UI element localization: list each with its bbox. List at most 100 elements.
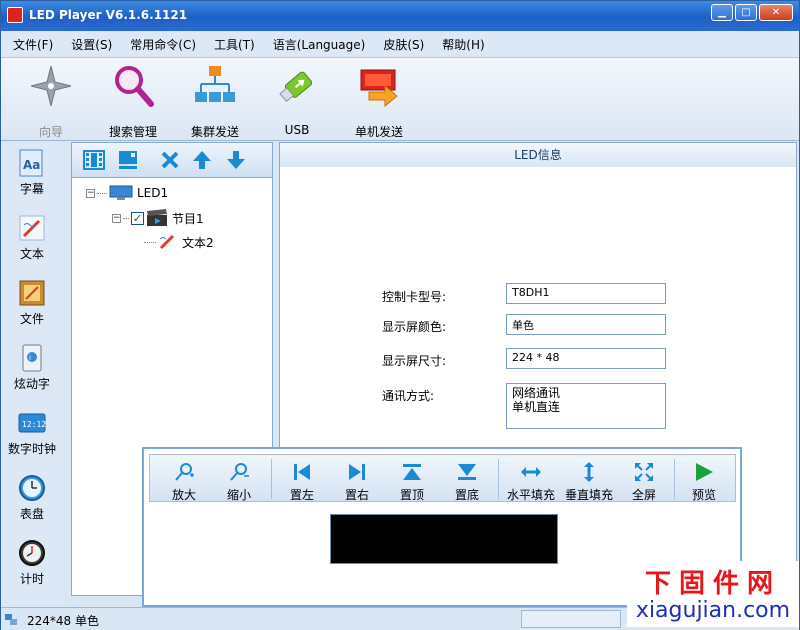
usb-icon: [279, 71, 313, 103]
collapse-icon[interactable]: −: [86, 188, 95, 198]
menu-commands[interactable]: 常用命令(C): [130, 36, 196, 53]
minimize-button[interactable]: ▁: [711, 4, 733, 21]
maximize-button[interactable]: □: [735, 4, 757, 21]
play-icon: [696, 463, 713, 481]
palette-file-label: 文件: [19, 312, 44, 326]
comm-mode-field[interactable]: 网络通讯 单机直连: [506, 383, 666, 429]
wizard-label: 向导: [38, 125, 63, 139]
menu-skin[interactable]: 皮肤(S): [383, 36, 424, 53]
fill-horizontal-button[interactable]: 水平填充: [502, 455, 560, 503]
menu-language[interactable]: 语言(Language): [273, 36, 366, 53]
window-title: LED Player V6.1.6.1121: [29, 8, 188, 22]
palette-timer-label: 计时: [19, 572, 44, 586]
card-model-field[interactable]: T8DH1: [506, 283, 666, 304]
preview-toolbar: 放大 缩小 置左 置右 置顶 置底 水平填充 垂直填充 全屏 预览: [149, 454, 736, 502]
search-manage-label: 搜索管理: [108, 125, 157, 139]
clapper-icon: [147, 209, 167, 226]
palette-timer[interactable]: 计时: [1, 538, 63, 587]
zoom-in-button[interactable]: 放大: [158, 455, 210, 503]
zoom-in-icon: [175, 463, 194, 481]
fullscreen-icon: [635, 463, 653, 481]
window-icon[interactable]: [116, 148, 140, 172]
subtitle-icon: Aa: [19, 149, 43, 177]
palette-text[interactable]: 文本: [1, 213, 63, 262]
cluster-send-button[interactable]: 集群发送: [175, 62, 255, 140]
screen-color-field[interactable]: 单色: [506, 314, 666, 335]
monitor-icon: [109, 185, 133, 200]
usb-label: USB: [284, 123, 310, 137]
arrow-down-icon[interactable]: [224, 148, 248, 172]
arrow-up-icon[interactable]: [190, 148, 214, 172]
horizontal-arrows-icon: [521, 467, 541, 477]
film-icon[interactable]: [82, 148, 106, 172]
collapse-icon[interactable]: −: [112, 213, 121, 223]
tree-node-text2-label: 文本2: [182, 235, 214, 250]
fullscreen-label: 全屏: [631, 488, 656, 502]
tree-connector: [97, 192, 107, 194]
network-icon: [195, 66, 235, 102]
menu-bar: 文件(F) 设置(S) 常用命令(C) 工具(T) 语言(Language) 皮…: [1, 31, 799, 57]
menu-settings[interactable]: 设置(S): [71, 36, 112, 53]
single-send-label: 单机发送: [354, 125, 403, 139]
palette-dial[interactable]: 表盘: [1, 473, 63, 522]
single-send-button[interactable]: 单机发送: [339, 62, 419, 140]
tree-node-led1[interactable]: − LED1: [86, 185, 168, 201]
palette-file[interactable]: 文件: [1, 278, 63, 327]
palette-animated-text[interactable]: i 炫动字: [1, 343, 63, 392]
zoom-in-label: 放大: [171, 488, 196, 502]
timer-icon: [19, 540, 45, 566]
palette-digital-clock-label: 数字时钟: [7, 442, 56, 456]
palette-subtitle-label: 字幕: [19, 182, 44, 196]
align-bottom-button[interactable]: 置底: [441, 455, 493, 503]
main-toolbar: 向导 搜索管理 集群发送 USB 单机发送: [1, 57, 799, 141]
tree-connector: [144, 241, 156, 243]
svg-text:12:12: 12:12: [22, 420, 46, 429]
preview-play-button[interactable]: 预览: [678, 455, 730, 503]
svg-text:i: i: [29, 354, 31, 362]
fill-vertical-button[interactable]: 垂直填充: [560, 455, 618, 503]
window-controls: ▁ □ ✕: [711, 4, 793, 21]
palette-text-label: 文本: [19, 247, 44, 261]
led-screen-preview[interactable]: [330, 514, 558, 564]
tree-node-led1-label: LED1: [137, 186, 169, 200]
compass-icon: [30, 65, 72, 107]
usb-button[interactable]: USB: [257, 62, 337, 137]
cluster-send-label: 集群发送: [190, 125, 239, 139]
wizard-button[interactable]: 向导: [11, 62, 91, 140]
tree-connector: [123, 217, 129, 219]
program-checkbox[interactable]: ✓: [131, 211, 144, 225]
align-right-button[interactable]: 置右: [331, 455, 383, 503]
comm-mode-network: 网络通讯: [512, 386, 561, 400]
status-text: 224*48 单色: [27, 614, 99, 628]
align-left-icon: [294, 464, 310, 480]
left-palette: Aa 字幕 文本 文件 i 炫动字 12:12 数字时钟 表盘 计时: [1, 142, 63, 605]
align-top-button[interactable]: 置顶: [386, 455, 438, 503]
menu-tools[interactable]: 工具(T): [214, 36, 255, 53]
fullscreen-button[interactable]: 全屏: [618, 455, 670, 503]
zoom-out-button[interactable]: 缩小: [213, 455, 265, 503]
menu-file[interactable]: 文件(F): [13, 36, 53, 53]
vertical-arrows-icon: [584, 462, 594, 482]
screen-size-field[interactable]: 224 * 48: [506, 348, 666, 369]
text-item-icon: [159, 234, 175, 250]
tree-node-program-label: 节目1: [172, 211, 204, 226]
title-bar[interactable]: LED Player V6.1.6.1121 ▁ □ ✕: [1, 1, 799, 31]
app-window: LED Player V6.1.6.1121 ▁ □ ✕ 文件(F) 设置(S)…: [0, 0, 800, 630]
toolbar-separator: [498, 459, 499, 499]
align-bottom-label: 置底: [454, 488, 479, 502]
search-manage-button[interactable]: 搜索管理: [93, 62, 173, 140]
tree-node-program[interactable]: − ✓ 节目1: [112, 209, 204, 227]
screen-color-label: 显示屏颜色:: [382, 320, 447, 334]
align-top-label: 置顶: [399, 488, 424, 502]
close-button[interactable]: ✕: [759, 4, 793, 21]
delete-icon[interactable]: [158, 148, 182, 172]
tree-node-text2[interactable]: 文本2: [144, 233, 214, 251]
watermark: 下固件网 xiagujian.com: [627, 561, 799, 627]
align-left-button[interactable]: 置左: [276, 455, 328, 503]
palette-subtitle[interactable]: Aa 字幕: [1, 148, 63, 197]
toolbar-separator: [674, 459, 675, 499]
palette-digital-clock[interactable]: 12:12 数字时钟: [1, 408, 63, 457]
zoom-out-label: 缩小: [226, 488, 251, 502]
menu-help[interactable]: 帮助(H): [442, 36, 484, 53]
status-cell: [521, 610, 621, 628]
